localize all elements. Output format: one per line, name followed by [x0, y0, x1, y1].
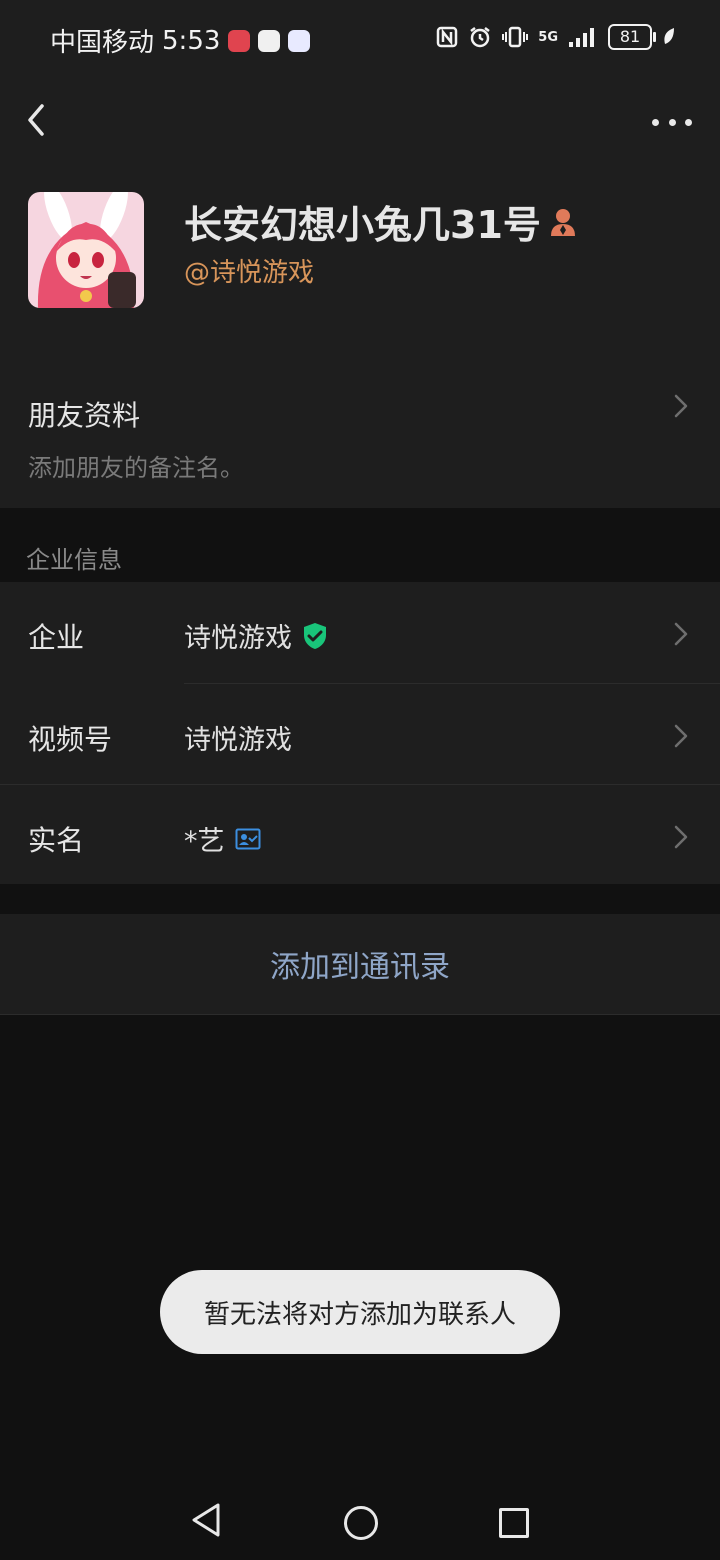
corp-row-company[interactable]: 企业 诗悦游戏 — [0, 582, 720, 682]
more-dots-icon — [652, 118, 659, 126]
system-nav-bar — [0, 1480, 720, 1560]
chevron-right-icon — [674, 724, 688, 748]
corp-section-header: 企业信息 — [26, 546, 122, 574]
time-label: 5:53 — [162, 25, 221, 56]
add-to-contacts-button[interactable]: 添加到通讯录 — [0, 914, 720, 1014]
status-right: 5G 81 — [436, 24, 676, 50]
top-nav-bar — [0, 80, 720, 160]
realname-value: *艺 — [184, 826, 225, 857]
channels-value: 诗悦游戏 — [184, 725, 292, 756]
nav-home-icon[interactable] — [344, 1506, 378, 1540]
company-value: 诗悦游戏 — [184, 623, 292, 654]
nfc-icon — [437, 26, 458, 48]
huawei-app-icon — [228, 29, 251, 52]
battery-indicator: 81 — [608, 24, 656, 50]
divider — [0, 1014, 720, 1015]
alarm-icon — [470, 27, 491, 48]
more-dots-icon — [685, 118, 692, 126]
more-options-button[interactable] — [652, 102, 692, 142]
work-person-icon — [550, 208, 575, 236]
profile-name: 长安幻想小兔几31号 — [184, 203, 541, 247]
nav-recents-icon[interactable] — [499, 1508, 529, 1538]
network-label: 5G — [538, 29, 558, 45]
tieba-app-icon — [288, 29, 311, 52]
channels-value-wrap: 诗悦游戏 — [184, 718, 292, 757]
avatar-illustration — [28, 192, 144, 308]
company-value-wrap: 诗悦游戏 — [184, 616, 328, 655]
avatar[interactable] — [28, 192, 144, 308]
status-left: 中国移动 5:53 — [50, 22, 311, 59]
signal-icon — [569, 28, 594, 47]
nav-back-icon[interactable] — [190, 1502, 222, 1538]
status-bar: 中国移动 5:53 5G 81 — [0, 0, 720, 80]
verified-shield-icon — [304, 622, 326, 649]
friend-info-row[interactable]: 朋友资料 添加朋友的备注名。 — [0, 364, 720, 508]
friend-info-subtitle: 添加朋友的备注名。 — [28, 454, 244, 482]
chevron-right-icon — [674, 394, 688, 418]
friend-info-title: 朋友资料 — [28, 399, 141, 432]
realname-value-wrap: *艺 — [184, 819, 261, 858]
toast-message: 暂无法将对方添加为联系人 — [160, 1270, 560, 1354]
profile-header: 长安幻想小兔几31号 @诗悦游戏 — [0, 160, 720, 364]
channels-label: 视频号 — [28, 723, 113, 756]
carrier-label: 中国移动 — [50, 28, 155, 58]
corp-handle[interactable]: @诗悦游戏 — [184, 252, 314, 289]
id-card-icon — [235, 828, 260, 849]
corp-row-channels[interactable]: 视频号 诗悦游戏 — [0, 684, 720, 784]
realname-label: 实名 — [28, 824, 85, 857]
chevron-right-icon — [674, 622, 688, 646]
chevron-left-icon — [28, 104, 44, 136]
vibrate-icon — [502, 26, 529, 48]
leaf-icon — [664, 28, 674, 44]
profile-name-row: 长安幻想小兔几31号 — [184, 194, 577, 249]
corp-info-section: 企业 诗悦游戏 视频号 诗悦游戏 实名 *艺 — [0, 582, 720, 884]
add-contact-section: 添加到通讯录 — [0, 914, 720, 1014]
corp-row-realname[interactable]: 实名 *艺 — [0, 785, 720, 885]
company-label: 企业 — [28, 621, 85, 654]
back-button[interactable] — [20, 100, 60, 140]
more-dots-icon — [668, 118, 676, 126]
chevron-right-icon — [674, 825, 688, 849]
mobile-app-icon — [258, 29, 281, 52]
